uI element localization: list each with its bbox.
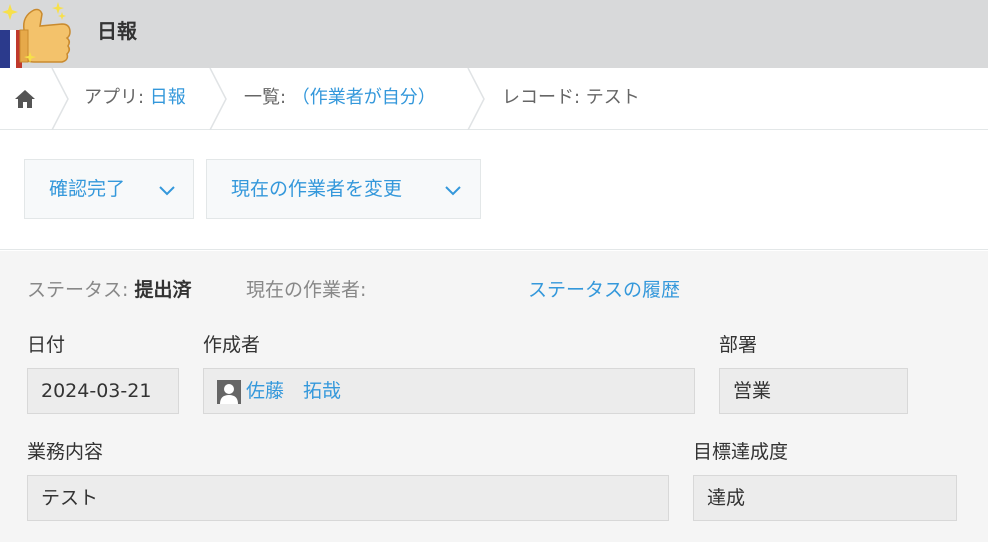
breadcrumb-app-link[interactable]: 日報 (150, 87, 186, 108)
thumbs-up-icon (0, 2, 71, 68)
date-label: 日付 (27, 334, 66, 356)
home-icon[interactable] (13, 87, 37, 111)
work-content-field: テスト (27, 475, 669, 521)
confirm-button[interactable]: 確認完了 (24, 159, 194, 219)
record-detail: ステータス: 提出済 現在の作業者: ステータスの履歴 日付 2024-03-2… (0, 251, 988, 542)
breadcrumb-separator (209, 68, 227, 130)
department-label: 部署 (719, 334, 758, 356)
date-value: 2024-03-21 (41, 380, 152, 402)
breadcrumb-separator (467, 68, 485, 130)
breadcrumb-separator (51, 68, 69, 130)
status-indicator: ステータス: 提出済 (27, 277, 191, 303)
breadcrumb-list-link[interactable]: （作業者が自分） (292, 87, 436, 108)
work-content-label: 業務内容 (27, 441, 104, 463)
confirm-button-label: 確認完了 (49, 178, 126, 200)
current-assignee-label: 現在の作業者: (246, 279, 367, 301)
breadcrumb-record: レコード: テスト (502, 87, 640, 108)
status-value: 提出済 (134, 279, 192, 301)
action-bar: 確認完了 現在の作業者を変更 (0, 131, 988, 250)
goal-achievement-value: 達成 (707, 487, 746, 509)
chevron-down-icon (159, 186, 175, 196)
date-field: 2024-03-21 (27, 368, 179, 414)
creator-label: 作成者 (203, 334, 261, 356)
change-assignee-button-label: 現在の作業者を変更 (231, 178, 403, 200)
breadcrumb-list: 一覧: （作業者が自分） (244, 85, 436, 111)
breadcrumb-app-prefix: アプリ: (84, 87, 150, 108)
department-field: 営業 (719, 368, 908, 414)
breadcrumb-app: アプリ: 日報 (84, 85, 186, 111)
change-assignee-button[interactable]: 現在の作業者を変更 (206, 159, 481, 219)
user-avatar-icon (217, 380, 241, 404)
goal-achievement-field: 達成 (693, 475, 957, 521)
status-history-link[interactable]: ステータスの履歴 (528, 277, 680, 303)
breadcrumb: アプリ: 日報 一覧: （作業者が自分） レコード: テスト (0, 68, 988, 130)
app-header: 日報 (0, 0, 988, 68)
department-value: 営業 (733, 380, 772, 402)
goal-achievement-label: 目標達成度 (693, 441, 789, 463)
creator-user-link[interactable]: 佐藤 拓哉 (246, 378, 341, 404)
status-label: ステータス: (27, 279, 135, 301)
creator-field: 佐藤 拓哉 (203, 368, 695, 414)
breadcrumb-list-prefix: 一覧: (244, 87, 292, 108)
app-title: 日報 (97, 19, 137, 43)
work-content-value: テスト (41, 487, 99, 509)
chevron-down-icon (445, 186, 461, 196)
